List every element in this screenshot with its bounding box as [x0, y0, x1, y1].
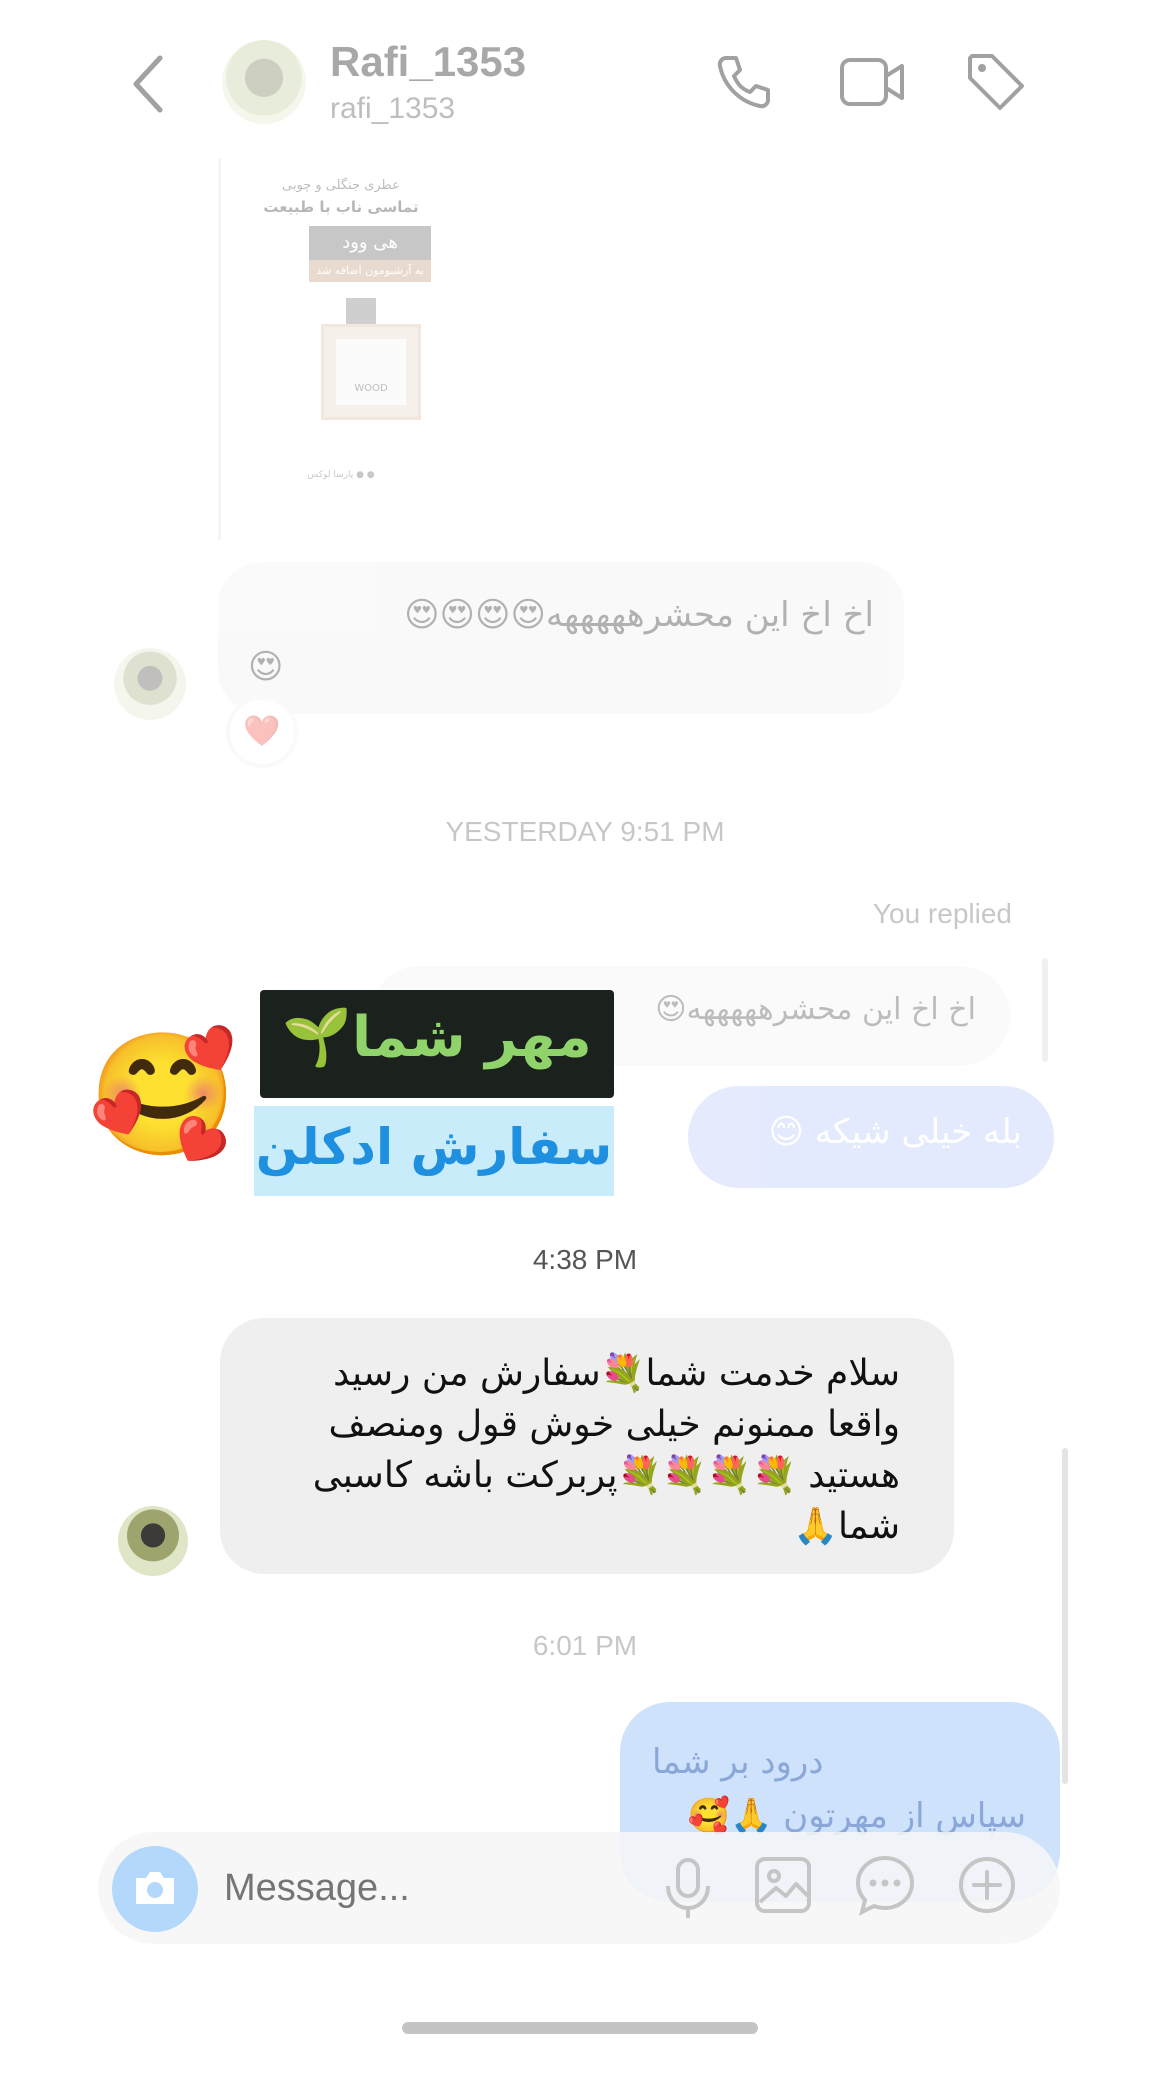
reply-indicator-bar — [1042, 958, 1048, 1062]
tag-button[interactable] — [964, 50, 1028, 114]
perfume-bottle-cap — [346, 298, 376, 324]
video-call-button[interactable] — [838, 52, 906, 112]
contact-username[interactable]: rafi_1353 — [330, 92, 455, 126]
back-icon — [133, 55, 163, 113]
sender-avatar[interactable] — [118, 1506, 188, 1576]
emoji-sticker: 🥰 — [88, 1026, 238, 1165]
replied-quote-text: اخ اخ این محشرهههههه😍 — [655, 992, 976, 1027]
contact-display-name[interactable]: Rafi_1353 — [330, 38, 526, 86]
message-composer — [98, 1832, 1060, 1944]
post-footer: ● ● پارسا لوکس — [307, 470, 375, 480]
perfume-bottle: WOOD — [321, 324, 421, 420]
message-input[interactable] — [222, 1862, 606, 1914]
my-reply-bubble[interactable]: بله خیلی شیکه 😊 — [688, 1086, 1054, 1188]
their-message-2-text: سلام خدمت شما💐سفارش من رسید واقعا ممنونم… — [312, 1353, 900, 1547]
message-text-body: اخ اخ این محشرهههههه — [545, 595, 874, 635]
post-brand: هی وود — [342, 232, 398, 253]
post-caption-line2: تماسی ناب با طبیعت — [263, 198, 419, 216]
sticker-chat-icon — [855, 1855, 915, 1916]
video-icon — [840, 58, 904, 106]
timestamp-yesterday: YESTERDAY 9:51 PM — [445, 816, 725, 847]
sticker-chat-button[interactable] — [852, 1852, 918, 1918]
phone-call-button[interactable] — [714, 52, 774, 112]
phone-icon — [717, 56, 770, 109]
post-caption-line1: عطری جنگلی و چوبی — [282, 178, 400, 193]
scrollbar[interactable] — [1062, 1448, 1068, 1784]
plus-button[interactable] — [956, 1854, 1018, 1916]
my-message-2-line2: سپاس از مهرتون 🙏🥰 — [687, 1796, 1026, 1836]
message-text: اخ اخ این محشرهههههه😍😍😍😍 — [244, 590, 874, 640]
sender-avatar[interactable] — [114, 648, 186, 720]
shared-post[interactable]: عطری جنگلی و چوبی تماسی ناب با طبیعت هی … — [218, 158, 461, 540]
back-button[interactable] — [128, 50, 168, 118]
their-message-2-bubble[interactable]: سلام خدمت شما💐سفارش من رسید واقعا ممنونم… — [220, 1318, 954, 1574]
message-emoji-row2: 😍 — [248, 647, 284, 687]
camera-button[interactable] — [112, 1846, 198, 1932]
home-indicator[interactable] — [402, 2022, 758, 2034]
text-sticker-dark-label: مهر شما🌱 — [282, 1005, 592, 1070]
camera-icon — [136, 1872, 174, 1904]
text-sticker-dark: مهر شما🌱 — [260, 990, 614, 1098]
post-badge: به آرشیومون اضافه شد — [309, 260, 431, 282]
reaction-emoji: ❤️ — [243, 714, 281, 749]
gallery-button[interactable] — [752, 1854, 814, 1916]
timestamp-601: 6:01 PM — [532, 1630, 638, 1661]
bottle-label: WOOD — [354, 383, 388, 394]
timestamp-438: 4:38 PM — [532, 1244, 638, 1275]
tag-icon — [968, 54, 1024, 110]
their-message-1: اخ اخ این محشرهههههه😍😍😍😍 😍 ❤️ — [0, 560, 1170, 780]
message-bubble[interactable]: اخ اخ این محشرهههههه😍😍😍😍 😍 — [218, 562, 904, 714]
you-replied-label: You replied — [872, 898, 1012, 929]
text-sticker-blue-label: سفارش ادکلن — [255, 1118, 613, 1176]
my-reply-text: بله خیلی شیکه 😊 — [768, 1112, 1022, 1152]
chat-header: Rafi_1353 rafi_1353 — [0, 0, 1170, 158]
text-sticker-blue: سفارش ادکلن — [254, 1106, 614, 1196]
my-message-2-line1: درود بر شما — [652, 1742, 824, 1782]
header-avatar[interactable] — [222, 40, 306, 124]
message-emoji-row1: 😍😍😍😍 — [404, 595, 546, 635]
post-brand-banner: هی وود — [309, 226, 431, 260]
gallery-icon — [755, 1857, 811, 1913]
microphone-button[interactable] — [658, 1854, 718, 1924]
heart-reaction[interactable]: ❤️ — [230, 700, 294, 764]
microphone-icon — [666, 1858, 710, 1918]
plus-icon — [959, 1857, 1015, 1913]
